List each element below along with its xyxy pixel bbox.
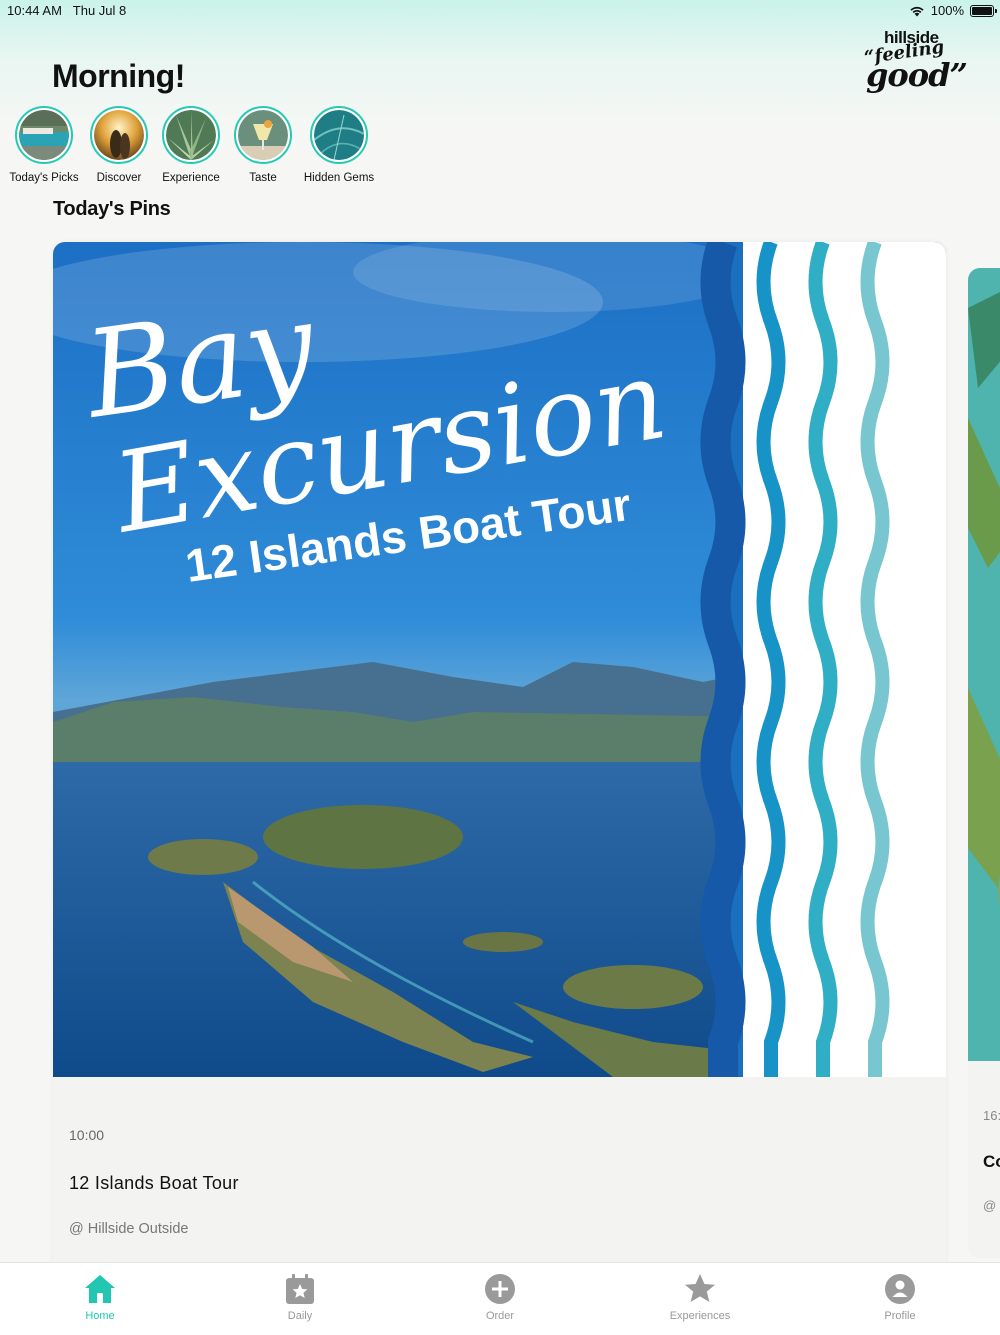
status-date-text: Thu Jul 8 — [72, 3, 127, 18]
tab-label: Profile — [884, 1310, 916, 1322]
section-title-todays-pins: Today's Pins — [53, 198, 171, 220]
tab-daily[interactable]: Daily — [200, 1263, 400, 1335]
person-circle-icon — [885, 1274, 915, 1304]
status-indicators: 100% — [909, 3, 997, 18]
tab-order[interactable]: Order — [400, 1263, 600, 1335]
wifi-icon — [910, 6, 924, 16]
pin-card-image-bay-excursion: Bay Excursion 12 Islands Boat Tour — [53, 242, 946, 1077]
hillside-logo[interactable]: hillside “feeling good” — [858, 26, 968, 96]
tab-home[interactable]: Home — [0, 1263, 200, 1335]
pin-title: 12 Islands Boat Tour — [69, 1173, 239, 1193]
story-hidden-gems[interactable]: Hidden Gems — [294, 106, 384, 184]
status-time: 10:44 AM Thu Jul 8 — [7, 3, 126, 18]
story-label: Hidden Gems — [303, 172, 375, 184]
logo-line3: good” — [866, 56, 968, 94]
plus-circle-icon — [485, 1274, 515, 1304]
tab-label: Home — [85, 1310, 115, 1322]
story-ring — [234, 106, 292, 164]
pin-location: @ I — [983, 1198, 1000, 1213]
home-icon — [85, 1275, 115, 1303]
story-ring — [310, 106, 368, 164]
pin-time: 16: — [983, 1108, 1000, 1123]
greeting-title: Morning! — [52, 58, 185, 94]
story-thumbnail-water — [314, 110, 364, 160]
tab-profile[interactable]: Profile — [800, 1263, 1000, 1335]
calendar-star-icon — [286, 1274, 314, 1304]
story-thumbnail-resort — [19, 110, 69, 160]
story-thumbnail-sunset — [94, 110, 144, 160]
pin-time: 10:00 — [69, 1127, 105, 1143]
status-time-text: 10:44 AM — [7, 3, 62, 18]
bottom-tab-bar: Home Daily Order Experiences Profile — [0, 1262, 1000, 1335]
pin-card-image-palm — [968, 268, 1000, 1061]
story-ring — [162, 106, 220, 164]
pin-card-next[interactable]: 16: Co @ I — [968, 268, 1000, 1258]
story-ring — [15, 106, 73, 164]
star-icon — [685, 1274, 715, 1302]
story-thumbnail-agave — [166, 110, 216, 160]
tab-label: Order — [485, 1310, 515, 1322]
battery-icon — [970, 4, 997, 17]
tab-label: Experiences — [669, 1310, 731, 1322]
story-thumbnail-cocktail — [238, 110, 288, 160]
story-ring — [90, 106, 148, 164]
tab-experiences[interactable]: Experiences — [600, 1263, 800, 1335]
battery-percent: 100% — [930, 3, 964, 18]
tab-label: Daily — [287, 1310, 313, 1322]
status-bar: 10:44 AM Thu Jul 8 100% — [0, 0, 1000, 22]
pin-title: Co — [983, 1152, 1000, 1171]
pin-card[interactable]: Bay Excursion 12 Islands Boat Tour 10:00… — [53, 242, 946, 1282]
pin-location: @ Hillside Outside — [69, 1221, 189, 1237]
